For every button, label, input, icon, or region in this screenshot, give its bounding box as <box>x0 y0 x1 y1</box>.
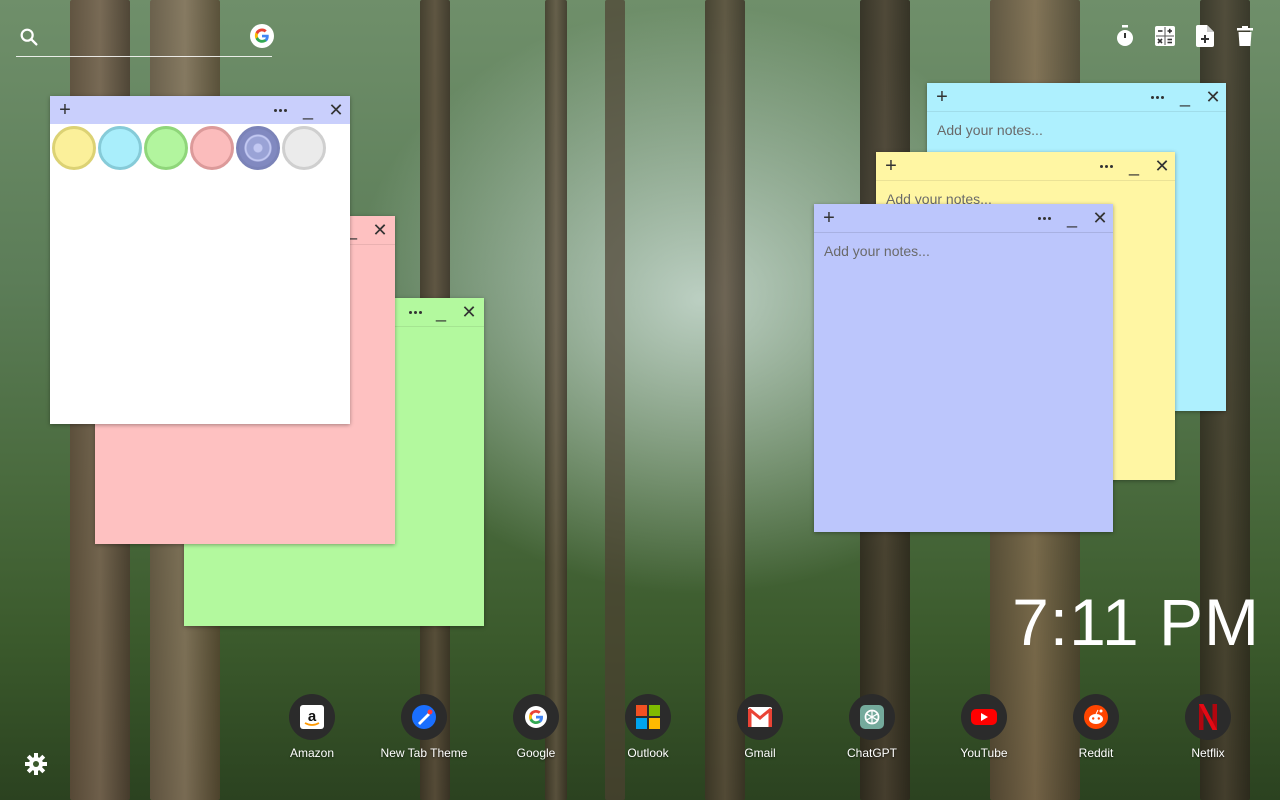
shortcut-circle <box>737 694 783 740</box>
shortcut-label: YouTube <box>960 746 1008 760</box>
google-icon <box>525 706 547 728</box>
shortcut-netflix[interactable]: Netflix <box>1152 694 1264 760</box>
note-titlebar[interactable]: + _ ✕ <box>814 204 1113 233</box>
color-swatch-green[interactable] <box>144 126 188 170</box>
shortcut-circle <box>1073 694 1119 740</box>
note-options-button[interactable] <box>1146 83 1168 111</box>
netflix-icon <box>1199 704 1217 730</box>
note-add-button[interactable]: + <box>931 83 953 111</box>
note-close-button[interactable]: ✕ <box>369 216 391 244</box>
note-minimize-button[interactable]: _ <box>297 96 319 124</box>
shortcut-label: ChatGPT <box>846 746 897 760</box>
note-minimize-button[interactable]: _ <box>430 298 452 326</box>
note-titlebar[interactable]: + _ ✕ <box>927 83 1226 112</box>
color-palette <box>50 124 350 172</box>
shortcut-label: Reddit <box>1078 746 1114 760</box>
calculator-icon <box>1155 26 1175 46</box>
google-icon <box>254 28 269 43</box>
search-bar <box>16 22 272 57</box>
shortcut-label: Netflix <box>1191 746 1225 760</box>
more-options-icon <box>1037 216 1051 220</box>
timer-button[interactable] <box>1114 24 1136 48</box>
timer-icon <box>1117 25 1133 46</box>
search-icon[interactable] <box>18 26 40 48</box>
shortcut-youtube[interactable]: YouTube <box>928 694 1040 760</box>
note-textarea[interactable] <box>814 233 1113 523</box>
shortcut-circle <box>625 694 671 740</box>
shortcut-label: Google <box>516 746 556 760</box>
shortcut-circle: a <box>289 694 335 740</box>
note-minimize-button[interactable]: _ <box>1123 152 1145 180</box>
note-add-button[interactable]: + <box>880 152 902 180</box>
shortcut-label: Gmail <box>744 746 776 760</box>
note-minimize-button[interactable]: _ <box>1061 204 1083 232</box>
shortcut-circle <box>849 694 895 740</box>
gmail-icon <box>748 707 772 727</box>
note-add-button[interactable]: + <box>54 96 76 124</box>
sticky-note-white: + _ ✕ <box>50 96 350 424</box>
clock-display: 7:11 PM <box>1012 585 1260 659</box>
note-close-button[interactable]: ✕ <box>1202 83 1224 111</box>
more-options-icon <box>1150 95 1164 99</box>
shortcut-outlook[interactable]: Outlook <box>592 694 704 760</box>
calculator-button[interactable] <box>1154 24 1176 48</box>
note-close-button[interactable]: ✕ <box>458 298 480 326</box>
trash-icon <box>1237 26 1253 46</box>
shortcut-circle <box>1185 694 1231 740</box>
note-close-button[interactable]: ✕ <box>1151 152 1173 180</box>
color-swatch-gray[interactable] <box>282 126 326 170</box>
shortcut-gmail[interactable]: Gmail <box>704 694 816 760</box>
note-options-button[interactable] <box>1095 152 1117 180</box>
note-close-button[interactable]: ✕ <box>325 96 347 124</box>
trash-button[interactable] <box>1234 24 1256 48</box>
new-note-button[interactable] <box>1194 24 1216 48</box>
color-swatch-cyan[interactable] <box>98 126 142 170</box>
shortcut-amazon[interactable]: a Amazon <box>256 694 368 760</box>
shortcut-google[interactable]: Google <box>480 694 592 760</box>
shortcut-dock: a Amazon New Tab Theme Google Outlook Gm… <box>256 694 1264 760</box>
note-close-button[interactable]: ✕ <box>1089 204 1111 232</box>
chatgpt-icon <box>860 705 884 729</box>
youtube-icon <box>971 709 997 725</box>
reddit-icon <box>1084 705 1108 729</box>
note-titlebar[interactable]: + _ ✕ <box>50 96 350 124</box>
more-options-icon <box>1099 164 1113 168</box>
shortcut-new-tab-theme[interactable]: New Tab Theme <box>368 694 480 760</box>
shortcut-circle <box>513 694 559 740</box>
new-tab-theme-icon <box>412 705 436 729</box>
note-options-button[interactable] <box>269 96 291 124</box>
shortcut-label: Amazon <box>289 746 335 760</box>
shortcut-circle <box>961 694 1007 740</box>
color-swatch-yellow[interactable] <box>52 126 96 170</box>
note-options-button[interactable] <box>404 298 426 326</box>
shortcut-label: Outlook <box>627 746 669 760</box>
more-options-icon <box>408 310 422 314</box>
top-toolbar <box>1114 24 1256 48</box>
note-options-button[interactable] <box>1033 204 1055 232</box>
settings-button[interactable] <box>24 752 48 781</box>
google-search-button[interactable] <box>250 24 274 48</box>
search-input[interactable] <box>46 24 230 52</box>
shortcut-label: New Tab Theme <box>380 746 468 760</box>
new-note-icon <box>1196 25 1214 47</box>
shortcut-circle <box>401 694 447 740</box>
note-add-button[interactable]: + <box>818 204 840 232</box>
svg-text:a: a <box>308 708 317 725</box>
more-options-icon <box>273 108 287 112</box>
sticky-note-blue: + _ ✕ <box>814 204 1113 532</box>
color-swatch-pink[interactable] <box>190 126 234 170</box>
color-swatch-blue-selected[interactable] <box>236 126 280 170</box>
shortcut-chatgpt[interactable]: ChatGPT <box>816 694 928 760</box>
note-titlebar[interactable]: + _ ✕ <box>876 152 1175 181</box>
shortcut-reddit[interactable]: Reddit <box>1040 694 1152 760</box>
gear-icon <box>25 753 47 775</box>
microsoft-icon <box>636 705 660 729</box>
note-minimize-button[interactable]: _ <box>1174 83 1196 111</box>
amazon-icon: a <box>300 705 324 729</box>
